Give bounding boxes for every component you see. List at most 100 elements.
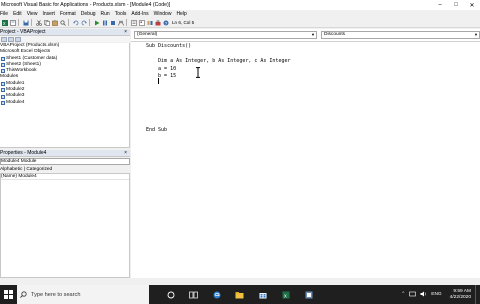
cut-icon[interactable] [35,19,42,26]
window-title: Microsoft Visual Basic for Applications … [1,2,171,8]
properties-window-icon[interactable] [138,19,145,26]
store-icon[interactable] [251,285,274,304]
module-icon [1,81,5,86]
object-dropdown-value: (General) [137,32,158,37]
menu-format[interactable]: Format [59,11,80,17]
cursor-position: Ln 6, Col 5 [172,20,195,25]
view-object-icon[interactable] [8,36,14,42]
menu-edit[interactable]: Edit [12,11,26,17]
code-line: End Sub [146,126,168,133]
menu-insert[interactable]: Insert [41,11,59,17]
ibeam-cursor-icon [196,67,200,78]
properties-object-select[interactable]: Module4 Module [0,158,130,165]
taskbar-apps: x [159,285,320,304]
copy-icon[interactable] [43,19,50,26]
minimize-button[interactable]: – [432,0,448,10]
text-caret [158,78,159,84]
menu-tools[interactable]: Tools [114,11,131,17]
chevron-down-icon: ▼ [474,32,478,37]
menu-window[interactable]: Window [153,11,176,17]
excel-icon[interactable]: x [1,19,8,26]
menu-help[interactable]: Help [175,11,190,17]
toolbar-separator [18,19,19,26]
workbook-icon [1,69,5,74]
module-icon [1,88,5,93]
language-indicator[interactable]: ENG [431,292,441,297]
menu-run[interactable]: Run [100,11,114,17]
code-divider [131,41,480,42]
close-icon[interactable]: × [124,29,127,35]
svg-text:x: x [284,293,287,299]
run-icon[interactable] [93,19,100,26]
vba-editor-window: Microsoft Visual Basic for Applications … [0,0,480,304]
title-bar: Microsoft Visual Basic for Applications … [0,0,480,10]
clock[interactable]: 9:59 AM 4/22/2020 [450,289,471,300]
windows-logo-icon [4,290,13,299]
close-icon[interactable]: × [124,150,127,156]
menu-file[interactable]: File [0,11,12,17]
toolbar-separator [68,19,69,26]
search-icon [20,291,27,298]
object-dropdown[interactable]: (General) ▼ [134,31,317,39]
toolbar-separator [31,19,32,26]
volume-icon[interactable] [420,291,427,299]
toolbox-icon[interactable] [154,19,161,26]
close-button[interactable]: ✕ [464,0,480,10]
tree-node-module4[interactable]: Module4 [0,100,129,106]
properties-pane-header: Properties - Module4 × [0,150,130,157]
save-icon[interactable] [22,19,29,26]
menu-add-ins[interactable]: Add-Ins [130,11,152,17]
file-explorer-icon[interactable] [228,285,251,304]
excel-taskbar-icon[interactable]: x [274,285,297,304]
project-tree: VBAProject (Products.xlsm) Microsoft Exc… [0,43,130,148]
module-icon [1,94,5,99]
break-icon[interactable] [101,19,108,26]
menu-debug[interactable]: Debug [80,11,100,17]
maximize-button[interactable]: □ [448,0,464,10]
menu-view[interactable]: View [26,11,42,17]
show-desktop-button[interactable] [475,285,480,304]
property-row-name[interactable]: (Name) Module4 [1,174,129,180]
view-code-icon[interactable] [1,36,7,42]
object-browser-icon[interactable] [146,19,153,26]
chevron-up-icon[interactable]: ⌃ [401,292,405,297]
project-pane-header: Project - VBAProject × [0,29,130,36]
find-icon[interactable] [59,19,66,26]
module-icon [1,100,5,105]
taskbar-search[interactable]: Type here to search [17,285,149,304]
project-explorer-icon[interactable] [130,19,137,26]
code-text[interactable]: Sub Discounts() Dim a As Integer, b As I… [146,43,466,134]
code-line: Dim a As Integer, b As Integer, c As Int… [146,58,291,65]
redo-icon[interactable] [80,19,87,26]
network-icon[interactable] [409,291,417,299]
chevron-down-icon: ▼ [311,32,315,37]
code-line: b = 15 [146,73,177,80]
code-line: a = 10 [146,65,177,72]
cortana-icon[interactable] [159,285,182,304]
search-placeholder: Type here to search [31,291,81,298]
taskbar: Type here to search x ⌃ ENG 9:59 AM 4/22… [0,285,480,304]
help-icon[interactable]: ? [162,19,169,26]
start-button[interactable] [0,285,17,304]
paste-icon[interactable] [51,19,58,26]
insert-module-icon[interactable] [9,19,16,26]
menu-bar: File Edit View Insert Format Debug Run T… [0,10,480,18]
task-view-icon[interactable] [182,285,205,304]
toggle-folders-icon[interactable] [15,36,21,42]
edge-icon[interactable] [205,285,228,304]
reset-icon[interactable] [109,19,116,26]
sheet-icon [1,56,5,61]
project-pane-title: Project - VBAProject [0,29,46,35]
toolbar-separator [126,19,127,26]
properties-tabs[interactable]: Alphabetic | Categorized [0,166,130,173]
design-mode-icon[interactable] [117,19,124,26]
undo-icon[interactable] [72,19,79,26]
clock-date: 4/22/2020 [449,294,471,300]
vba-taskbar-icon[interactable] [297,285,320,304]
procedure-dropdown[interactable]: Discounts ▼ [321,31,480,39]
